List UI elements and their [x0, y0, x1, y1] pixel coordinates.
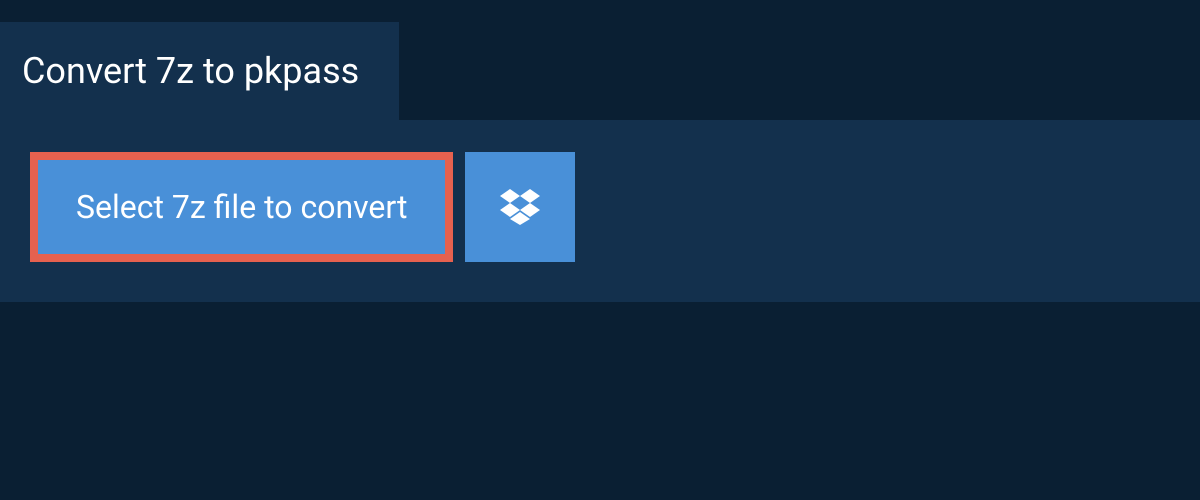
dropbox-button[interactable] — [465, 152, 575, 262]
select-file-button[interactable]: Select 7z file to convert — [30, 152, 453, 262]
convert-panel: Select 7z file to convert — [0, 120, 1200, 302]
tab-title: Convert 7z to pkpass — [22, 50, 359, 92]
convert-tab[interactable]: Convert 7z to pkpass — [0, 22, 399, 120]
button-row: Select 7z file to convert — [30, 152, 1170, 262]
select-file-button-label: Select 7z file to convert — [76, 188, 407, 226]
dropbox-icon — [500, 189, 540, 225]
